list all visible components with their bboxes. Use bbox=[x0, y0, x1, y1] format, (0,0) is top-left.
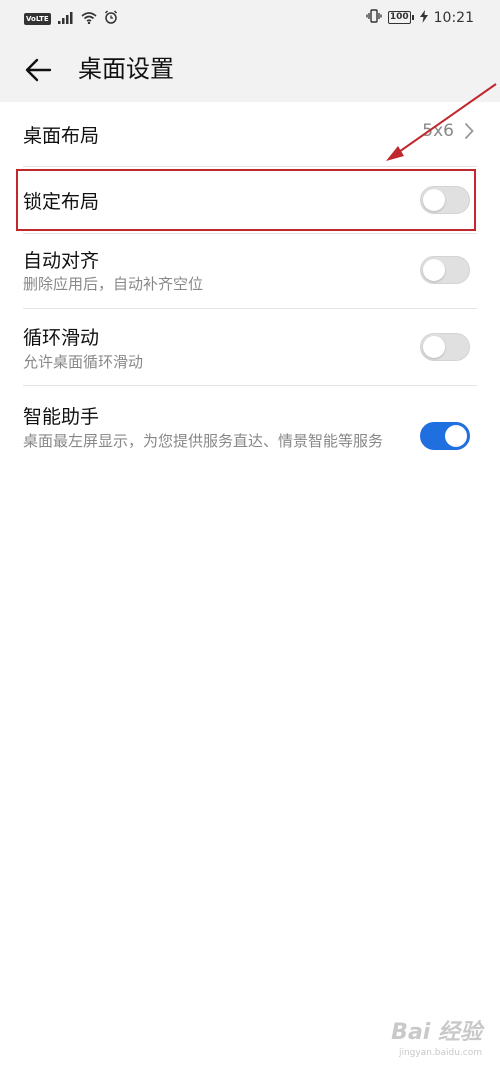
toggle-knob bbox=[423, 259, 445, 281]
setting-row-smart-assistant[interactable]: 智能助手 桌面最左屏显示，为您提供服务直达、情景智能等服务 bbox=[0, 386, 500, 482]
auto-align-toggle[interactable] bbox=[420, 256, 470, 284]
setting-title-auto-align: 自动对齐 bbox=[23, 250, 100, 272]
smart-assistant-toggle[interactable] bbox=[420, 422, 470, 450]
setting-subtitle-loop-scroll: 允许桌面循环滑动 bbox=[23, 353, 144, 371]
setting-row-auto-align[interactable]: 自动对齐 删除应用后，自动补齐空位 bbox=[0, 234, 500, 308]
annotation-arrow bbox=[386, 83, 497, 161]
watermark-logo: Bai 经验 bbox=[391, 1020, 482, 1045]
setting-title-loop-scroll: 循环滑动 bbox=[23, 327, 100, 349]
setting-subtitle-auto-align: 删除应用后，自动补齐空位 bbox=[23, 275, 204, 293]
toggle-knob bbox=[445, 425, 467, 447]
loop-scroll-toggle[interactable] bbox=[420, 333, 470, 361]
setting-row-loop-scroll[interactable]: 循环滑动 允许桌面循环滑动 bbox=[0, 309, 500, 385]
setting-subtitle-smart-assistant: 桌面最左屏显示，为您提供服务直达、情景智能等服务 bbox=[23, 432, 384, 450]
setting-title-smart-assistant: 智能助手 bbox=[23, 406, 100, 428]
watermark-url: jingyan.baidu.com bbox=[398, 1048, 482, 1058]
watermark: Bai 经验 jingyan.baidu.com bbox=[391, 1014, 482, 1058]
toggle-knob bbox=[423, 336, 445, 358]
